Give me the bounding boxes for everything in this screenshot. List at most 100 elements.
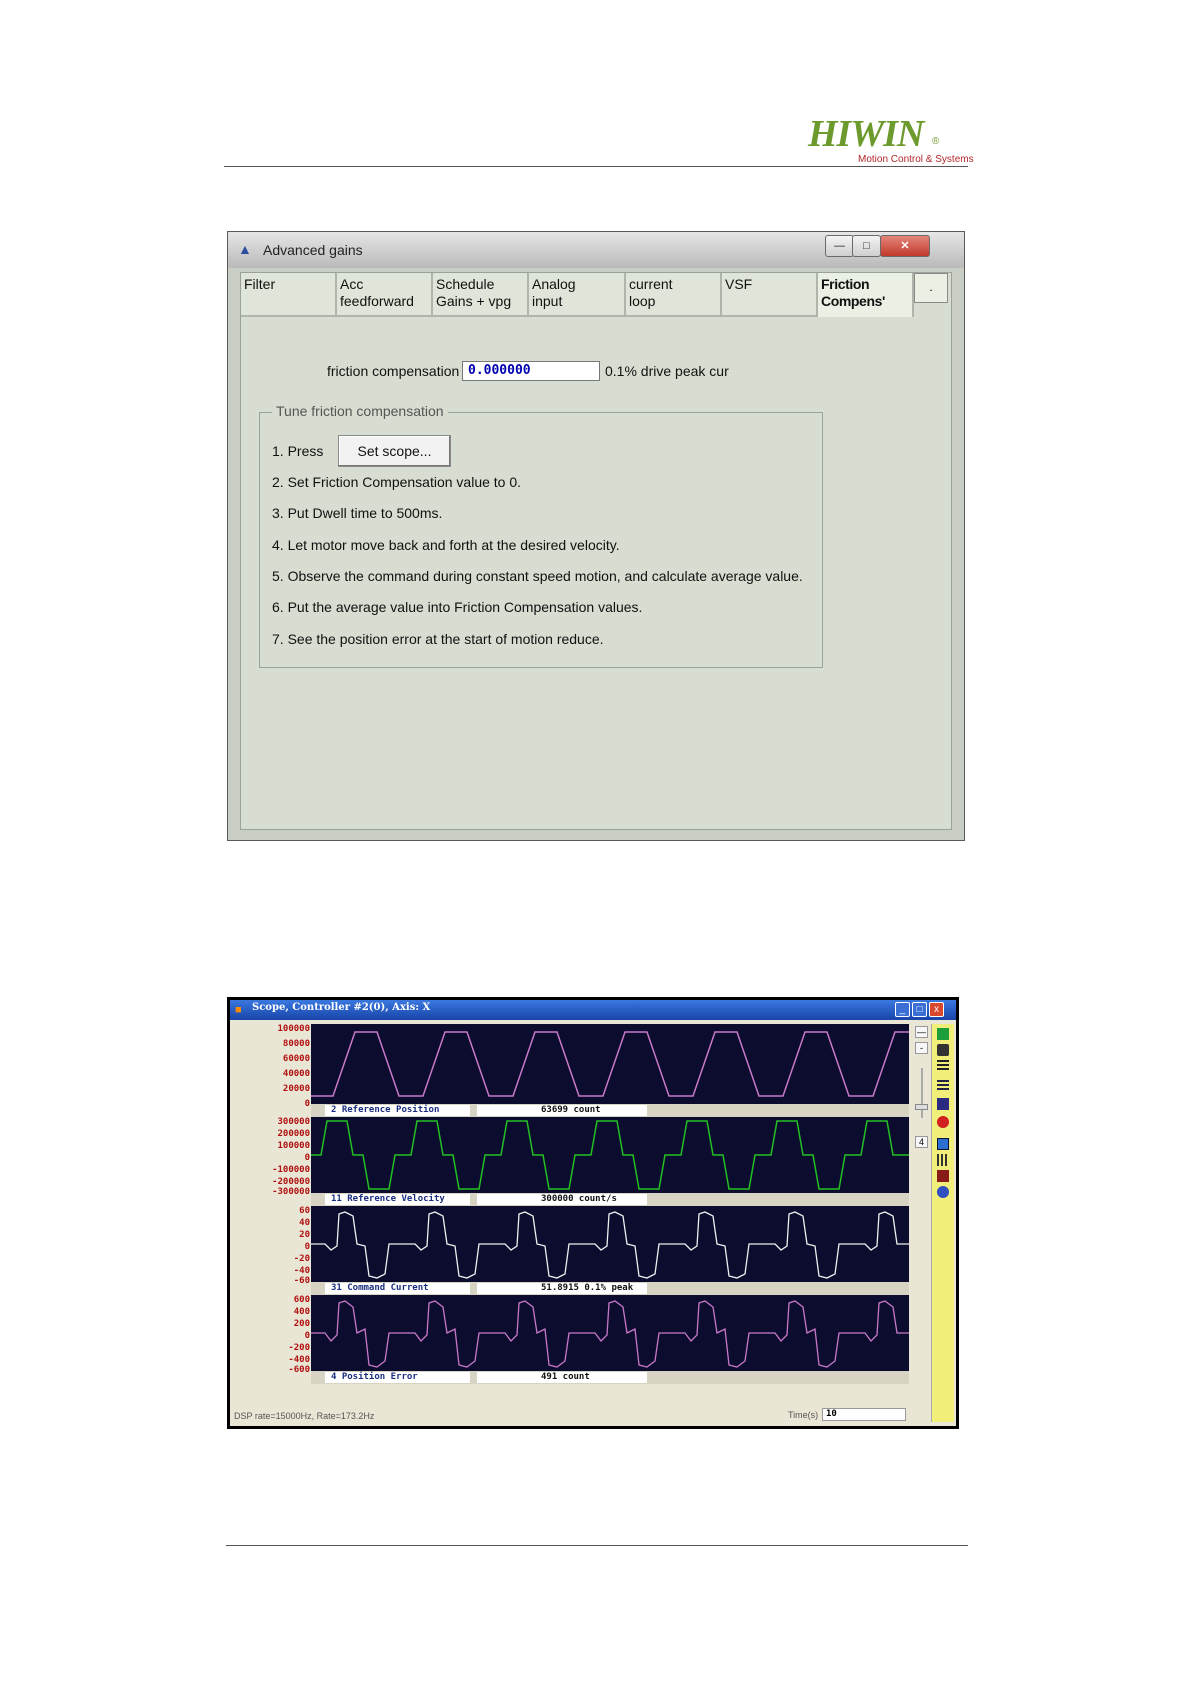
plot-position-error[interactable] xyxy=(311,1295,909,1371)
y-tick: 40000 xyxy=(282,1069,310,1079)
start-icon[interactable] xyxy=(937,1028,949,1040)
tab-filter[interactable]: Filter xyxy=(241,273,337,317)
tab-label: Acc xyxy=(340,276,364,292)
y-tick: 80000 xyxy=(282,1039,310,1049)
y-tick: -400 xyxy=(288,1355,310,1365)
scope-close-button[interactable]: x xyxy=(929,1002,944,1017)
y-tick: -100000 xyxy=(272,1165,310,1175)
y-tick: 200000 xyxy=(277,1129,310,1139)
time-input[interactable]: 10 xyxy=(822,1408,906,1421)
scope-minimize-button[interactable]: _ xyxy=(895,1002,910,1017)
zoom-slider-handle[interactable] xyxy=(915,1104,928,1110)
tab-label: Analog xyxy=(532,276,576,292)
y-axis-ch2: 300000 200000 100000 0 -100000 -200000 -… xyxy=(230,1117,310,1197)
tab-schedule-gains[interactable]: Schedule Gains + vpg xyxy=(433,273,529,317)
logo-subtitle: Motion Control & Systems xyxy=(858,154,974,165)
friction-compensation-input[interactable]: 0.000000 xyxy=(462,361,600,381)
bars-icon[interactable] xyxy=(937,1154,949,1166)
friction-compensation-label: friction compensation xyxy=(327,363,460,379)
minimize-button[interactable]: — xyxy=(825,235,854,257)
channel-name[interactable]: 31 Command Current xyxy=(325,1283,470,1294)
maximize-button[interactable]: □ xyxy=(852,235,881,257)
y-tick: -20 xyxy=(293,1254,310,1264)
time-label: Time(s) xyxy=(788,1410,819,1420)
y-tick: 0 xyxy=(304,1153,310,1163)
plot-reference-position[interactable] xyxy=(311,1024,909,1104)
save-icon[interactable] xyxy=(937,1138,949,1150)
close-button[interactable]: ✕ xyxy=(880,235,930,257)
y-tick: -60 xyxy=(293,1276,310,1286)
y-tick: 60000 xyxy=(282,1054,310,1064)
channel-bar-ch1: 2 Reference Position 63699 count xyxy=(311,1104,909,1117)
channel-bar-ch2: 11 Reference Velocity 300000 count/s xyxy=(311,1193,909,1206)
hiwin-logo: HIWIN ® Motion Control & Systems xyxy=(808,112,974,168)
help-icon[interactable] xyxy=(937,1186,949,1198)
logo-registered-mark: ® xyxy=(932,136,940,147)
tab-vsf[interactable]: VSF xyxy=(722,273,818,317)
y-tick: -600 xyxy=(288,1365,310,1375)
y-tick: 40 xyxy=(299,1218,310,1228)
channel-icon[interactable] xyxy=(937,1098,949,1110)
y-tick: -200000 xyxy=(272,1177,310,1187)
tab-label: Schedule xyxy=(436,276,495,292)
channel-name[interactable]: 11 Reference Velocity xyxy=(325,1194,470,1205)
plot-command-current[interactable] xyxy=(311,1206,909,1282)
settings-icon[interactable] xyxy=(937,1170,949,1182)
trace-reference-position xyxy=(311,1031,909,1097)
channel-name[interactable]: 4 Position Error xyxy=(325,1372,470,1383)
y-tick: 0 xyxy=(304,1331,310,1341)
plot-reference-velocity[interactable] xyxy=(311,1117,909,1193)
y-tick: 60 xyxy=(299,1206,310,1216)
channel-value: 63699 count xyxy=(477,1105,647,1116)
tab-friction-compens[interactable]: Friction Compens' xyxy=(818,273,914,317)
scope-body: 100000 80000 60000 40000 20000 0 2 Refer… xyxy=(230,1020,956,1426)
y-tick: 0 xyxy=(304,1242,310,1252)
tab-analog-input[interactable]: Analog input xyxy=(529,273,626,317)
y-tick: 600 xyxy=(293,1295,310,1305)
scope-maximize-button[interactable]: □ xyxy=(912,1002,927,1017)
tab-acc-feedforward[interactable]: Acc feedforward xyxy=(337,273,433,317)
tab-label: VSF xyxy=(725,276,753,292)
status-text: DSP rate=15000Hz, Rate=173.2Hz xyxy=(234,1411,375,1421)
zoom-out-button[interactable]: - xyxy=(915,1042,928,1054)
tab-label: Friction xyxy=(821,276,870,292)
channel-bar-ch3: 31 Command Current 51.8915 0.1% peak xyxy=(311,1282,909,1295)
channel-name[interactable]: 2 Reference Position xyxy=(325,1105,470,1116)
set-scope-button[interactable]: Set scope... xyxy=(338,435,451,467)
list-icon[interactable] xyxy=(937,1080,949,1092)
tab-label: loop xyxy=(629,293,656,309)
tab-label: feedforward xyxy=(340,293,414,309)
title-bar[interactable]: ▲ Advanced gains — □ ✕ xyxy=(228,232,964,268)
app-icon: ▲ xyxy=(238,241,252,257)
scope-toolbar xyxy=(931,1024,954,1422)
zoom-in-button[interactable]: — xyxy=(915,1026,928,1038)
zoom-slider-track[interactable] xyxy=(921,1068,923,1118)
y-axis-ch1: 100000 80000 60000 40000 20000 0 xyxy=(230,1024,310,1109)
scope-title: Scope, Controller #2(0), Axis: X xyxy=(252,1002,431,1013)
tab-label: input xyxy=(532,293,563,309)
group-title: Tune friction compensation xyxy=(272,403,448,419)
tab-current-loop[interactable]: current loop xyxy=(626,273,722,317)
tune-friction-group: Tune friction compensation 1. Press Set … xyxy=(259,403,823,668)
logo-wordmark: HIWIN xyxy=(808,113,924,155)
step-text: 3. Put Dwell time to 500ms. xyxy=(272,505,443,521)
y-tick: 0 xyxy=(304,1099,310,1109)
step-text: 7. See the position error at the start o… xyxy=(272,631,604,647)
camera-icon[interactable] xyxy=(937,1044,949,1056)
friction-compensation-unit: 0.1% drive peak cur xyxy=(605,363,729,379)
stop-icon[interactable] xyxy=(937,1116,949,1128)
grid-icon[interactable] xyxy=(937,1060,949,1072)
channel-value: 491 count xyxy=(477,1372,647,1383)
y-tick: 400 xyxy=(293,1307,310,1317)
tab-label: Filter xyxy=(244,276,276,292)
step-1-text: 1. Press xyxy=(272,443,324,459)
scope-app-icon: ■ xyxy=(235,1004,242,1016)
y-axis-ch4: 600 400 200 0 -200 -400 -600 xyxy=(230,1295,310,1375)
y-tick: -300000 xyxy=(272,1187,310,1197)
step-text: 6. Put the average value into Friction C… xyxy=(272,599,643,615)
scope-title-bar[interactable]: ■ Scope, Controller #2(0), Axis: X _ □ x xyxy=(230,1000,956,1020)
channel-value: 300000 count/s xyxy=(477,1194,647,1205)
tab-scroll-button[interactable]: . xyxy=(914,273,948,303)
y-tick: 20000 xyxy=(282,1084,310,1094)
channel-count-field[interactable]: 4 xyxy=(915,1136,928,1148)
